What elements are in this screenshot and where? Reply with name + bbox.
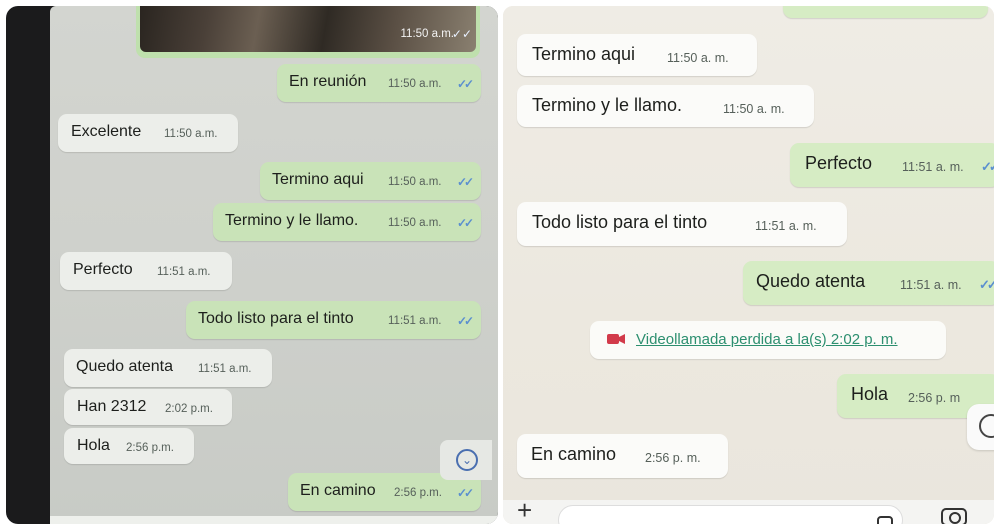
scroll-to-bottom-button[interactable] bbox=[967, 404, 994, 450]
message-time: 11:51 a.m. bbox=[388, 315, 442, 327]
photo-message[interactable]: 11:50 a.m. ✓✓ bbox=[136, 6, 480, 58]
message-time: 11:51 a. m. bbox=[755, 219, 817, 233]
message-bubble[interactable]: Termino aqui 11:50 a.m. ✓✓ bbox=[260, 162, 481, 200]
message-time: 2:56 p. m bbox=[908, 391, 961, 405]
message-bubble[interactable]: Termino y le llamo. 11:50 a. m. bbox=[517, 85, 814, 127]
left-chat-panel: 11:50 a.m. ✓✓ En reunión 11:50 a.m. ✓✓ E… bbox=[6, 6, 498, 524]
message-input[interactable] bbox=[558, 505, 903, 524]
scroll-to-bottom-button[interactable]: ⌄ bbox=[440, 440, 492, 480]
message-time: 2:02 p.m. bbox=[165, 403, 213, 415]
message-text: Termino y le llamo. bbox=[532, 95, 683, 115]
plus-icon[interactable]: + bbox=[517, 497, 532, 523]
message-text: Excelente bbox=[71, 123, 142, 140]
message-text: Termino y le llamo. bbox=[225, 212, 359, 229]
message-bubble[interactable]: Excelente 11:50 a.m. bbox=[58, 114, 238, 152]
photo-time: 11:50 a.m. bbox=[400, 28, 455, 40]
read-ticks-icon: ✓✓ bbox=[457, 216, 474, 230]
message-bubble[interactable]: Hola 2:56 p.m. bbox=[64, 428, 194, 464]
message-bubble-partial[interactable] bbox=[783, 6, 988, 18]
message-bubble[interactable]: Quedo atenta 11:51 a.m. bbox=[64, 349, 272, 387]
message-time: 11:50 a.m. bbox=[388, 217, 442, 229]
message-bubble[interactable]: En reunión 11:50 a.m. ✓✓ bbox=[277, 64, 481, 102]
missed-call-link[interactable]: Videollamada perdida a la(s) 2:02 p. m. bbox=[636, 331, 898, 348]
read-ticks-icon: ✓✓ bbox=[451, 27, 472, 41]
message-bubble[interactable]: Todo listo para el tinto 11:51 a.m. ✓✓ bbox=[186, 301, 481, 339]
right-chat-screen: Termino aqui 11:50 a. m. Termino y le ll… bbox=[503, 6, 994, 524]
read-ticks-icon: ✓✓ bbox=[979, 277, 994, 292]
message-text: Todo listo para el tinto bbox=[198, 310, 354, 327]
message-bubble[interactable]: Han 2312 2:02 p.m. bbox=[64, 389, 232, 425]
message-text: Termino aqui bbox=[532, 44, 636, 64]
message-bubble[interactable]: Termino aqui 11:50 a. m. bbox=[517, 34, 757, 76]
message-time: 11:50 a. m. bbox=[667, 51, 729, 65]
message-text: En camino bbox=[531, 444, 617, 464]
missed-video-call-notice[interactable]: Videollamada perdida a la(s) 2:02 p. m. bbox=[590, 321, 946, 359]
message-text: Termino aqui bbox=[272, 171, 364, 188]
message-text: Perfecto bbox=[73, 261, 133, 278]
left-chat-screen: 11:50 a.m. ✓✓ En reunión 11:50 a.m. ✓✓ E… bbox=[50, 6, 498, 524]
message-bubble[interactable]: Perfecto 11:51 a. m. ✓✓ bbox=[790, 143, 994, 187]
message-time: 11:50 a.m. bbox=[388, 176, 442, 188]
message-text: En camino bbox=[300, 482, 376, 499]
chevron-down-icon bbox=[979, 414, 994, 438]
read-ticks-icon: ✓✓ bbox=[457, 486, 474, 500]
read-ticks-icon: ✓✓ bbox=[457, 314, 474, 328]
message-bubble[interactable]: Todo listo para el tinto 11:51 a. m. bbox=[517, 202, 847, 246]
message-time: 2:56 p.m. bbox=[394, 487, 442, 499]
read-ticks-icon: ✓✓ bbox=[981, 159, 994, 174]
message-text: Todo listo para el tinto bbox=[532, 212, 708, 232]
message-time: 11:50 a.m. bbox=[164, 128, 218, 140]
message-bubble[interactable]: En camino 2:56 p. m. bbox=[517, 434, 728, 478]
read-ticks-icon: ✓✓ bbox=[457, 175, 474, 189]
message-time: 11:51 a.m. bbox=[157, 266, 211, 278]
camera-icon[interactable] bbox=[941, 508, 967, 524]
message-time: 11:51 a. m. bbox=[902, 160, 964, 174]
message-time: 2:56 p. m. bbox=[645, 451, 701, 465]
read-ticks-icon: ✓✓ bbox=[457, 77, 474, 91]
message-text: Hola bbox=[77, 437, 110, 454]
message-time: 11:51 a.m. bbox=[198, 363, 252, 375]
sticker-icon[interactable] bbox=[877, 516, 893, 524]
message-bubble[interactable]: Perfecto 11:51 a.m. bbox=[60, 252, 232, 290]
chevron-down-icon: ⌄ bbox=[456, 449, 478, 471]
message-time: 11:50 a. m. bbox=[723, 102, 785, 116]
message-text: En reunión bbox=[289, 73, 367, 90]
message-bubble[interactable]: Quedo atenta 11:51 a. m. ✓✓ bbox=[743, 261, 994, 305]
input-bar[interactable] bbox=[50, 516, 498, 524]
message-time: 11:50 a.m. bbox=[388, 78, 442, 90]
message-text: Quedo atenta bbox=[756, 271, 866, 291]
message-text: Quedo atenta bbox=[76, 358, 173, 375]
message-text: Han 2312 bbox=[77, 398, 147, 415]
message-time: 2:56 p.m. bbox=[126, 442, 174, 454]
message-bubble[interactable]: Termino y le llamo. 11:50 a.m. ✓✓ bbox=[213, 203, 481, 241]
message-text: Perfecto bbox=[805, 153, 873, 173]
message-time: 11:51 a. m. bbox=[900, 278, 962, 292]
input-bar: + bbox=[503, 497, 994, 524]
video-camera-icon bbox=[607, 334, 625, 344]
right-chat-panel: Termino aqui 11:50 a. m. Termino y le ll… bbox=[503, 6, 994, 524]
message-text: Hola bbox=[851, 384, 889, 404]
